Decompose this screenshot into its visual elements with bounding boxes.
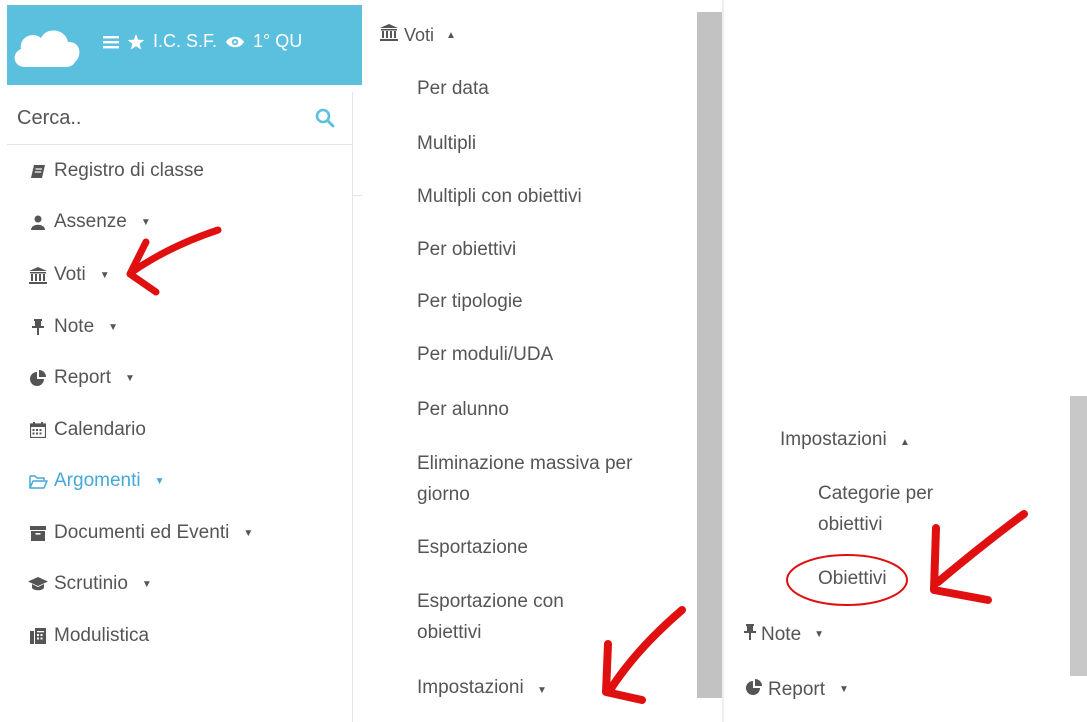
sidebar-item-calendario[interactable]: Calendario — [28, 419, 146, 441]
sidebar-item-label: Note — [54, 316, 95, 337]
sidebar-item-documenti[interactable]: Documenti ed Eventi ▼ — [28, 522, 253, 544]
caret-down-icon: ▼ — [154, 475, 165, 487]
folder-open-icon — [28, 472, 48, 490]
caret-down-icon: ▼ — [99, 269, 110, 281]
menu-item-multipli-obiettivi[interactable]: Multipli con obiettivi — [417, 181, 677, 212]
sidebar-item-label: Registro di classe — [54, 160, 204, 181]
caret-down-icon: ▼ — [814, 629, 825, 640]
period-selector[interactable]: 1° QU — [253, 31, 302, 52]
menu-item-eliminazione-massiva[interactable]: Eliminazione massiva per giorno — [417, 448, 657, 510]
caret-down-icon: ▼ — [536, 685, 547, 696]
impostazioni-menu-header[interactable]: Impostazioni ▲ — [780, 424, 910, 458]
graduation-cap-icon — [28, 575, 48, 593]
menu-item-esportazione-obiettivi[interactable]: Esportazione con obiettivi — [417, 586, 617, 648]
voti-menu-header[interactable]: Voti ▲ — [380, 24, 456, 46]
annotation-arrow — [602, 606, 686, 704]
menu-item-per-tipologie[interactable]: Per tipologie — [417, 286, 677, 317]
main-menu-panel: I.C. S.F. 1° QU Registro di classe Assen… — [0, 0, 362, 722]
sidebar-item-label: Report — [54, 367, 112, 388]
menu-item-per-data[interactable]: Per data — [417, 73, 677, 104]
archive-icon — [28, 524, 48, 542]
cloud-logo-icon[interactable] — [11, 27, 83, 69]
sidebar-item-registro[interactable]: Registro di classe — [28, 160, 204, 182]
search-input[interactable] — [15, 100, 299, 136]
sidebar-item-label: Scrutinio — [54, 573, 128, 594]
sidebar-item-label: Modulistica — [54, 625, 150, 646]
institution-icon — [380, 24, 398, 46]
voti-menu-title: Voti — [404, 24, 435, 45]
sidebar-item-label: Report — [768, 679, 826, 700]
star-icon[interactable] — [127, 33, 145, 51]
sidebar-item-label: Calendario — [54, 419, 146, 440]
caret-down-icon: ▼ — [125, 372, 135, 384]
voti-submenu-panel: Voti ▲ Per data Multipli Multipli con ob… — [362, 0, 724, 722]
hamburger-icon[interactable] — [103, 35, 119, 49]
pin-icon — [28, 318, 48, 336]
school-name[interactable]: I.C. S.F. — [153, 31, 217, 52]
menu-item-multipli[interactable]: Multipli — [417, 128, 677, 159]
caret-down-icon: ▼ — [839, 684, 849, 695]
caret-up-icon: ▲ — [446, 29, 456, 41]
search-bar — [7, 92, 352, 145]
caret-up-icon: ▲ — [899, 437, 910, 448]
sidebar-item-label: Note — [761, 624, 802, 645]
impostazioni-title: Impostazioni — [780, 429, 887, 450]
annotation-arrow — [930, 510, 1028, 604]
sidebar-item-report[interactable]: Report ▼ — [28, 367, 135, 389]
menu-item-per-obiettivi[interactable]: Per obiettivi — [417, 234, 677, 265]
impostazioni-submenu-panel: Impostazioni ▲ Categorie per obiettivi O… — [724, 0, 1087, 722]
pie-chart-icon — [28, 369, 48, 387]
sidebar-item-label: Assenze — [54, 211, 127, 232]
sidebar-item-label: Argomenti — [54, 470, 141, 491]
scrollbar-thumb[interactable] — [697, 12, 722, 698]
sidebar-item-note[interactable]: Note ▼ — [744, 619, 824, 650]
sidebar-item-modulistica[interactable]: Modulistica — [28, 625, 149, 647]
sidebar-item-label: Documenti ed Eventi — [54, 522, 230, 543]
user-icon — [28, 213, 48, 231]
sidebar-item-label: Voti — [54, 264, 86, 285]
divider — [352, 92, 353, 722]
pie-chart-icon — [746, 674, 762, 705]
search-icon[interactable] — [315, 108, 335, 133]
menu-item-per-alunno[interactable]: Per alunno — [417, 394, 677, 425]
sidebar-item-note[interactable]: Note ▼ — [28, 316, 118, 338]
menu-item-esportazione[interactable]: Esportazione — [417, 532, 677, 563]
menu-item-per-moduli[interactable]: Per moduli/UDA — [417, 339, 677, 370]
caret-down-icon: ▼ — [141, 578, 152, 590]
annotation-arrow — [126, 226, 222, 296]
pin-icon — [744, 619, 756, 650]
divider — [352, 195, 362, 196]
annotation-circle — [786, 554, 908, 606]
sidebar-item-scrutinio[interactable]: Scrutinio ▼ — [28, 573, 152, 595]
caret-down-icon: ▼ — [108, 321, 119, 333]
sidebar-item-argomenti[interactable]: Argomenti ▼ — [28, 470, 165, 492]
file-icon — [28, 627, 48, 645]
menu-item-label: Impostazioni — [417, 677, 524, 698]
book-icon — [28, 162, 48, 180]
eye-icon[interactable] — [225, 35, 245, 49]
scrollbar-thumb[interactable] — [1070, 396, 1087, 676]
sidebar-item-report[interactable]: Report ▼ — [746, 674, 849, 705]
sidebar-item-voti[interactable]: Voti ▼ — [28, 264, 110, 286]
top-bar: I.C. S.F. 1° QU — [7, 5, 362, 85]
institution-icon — [28, 266, 48, 284]
calendar-icon — [28, 421, 48, 439]
caret-down-icon: ▼ — [243, 527, 254, 539]
